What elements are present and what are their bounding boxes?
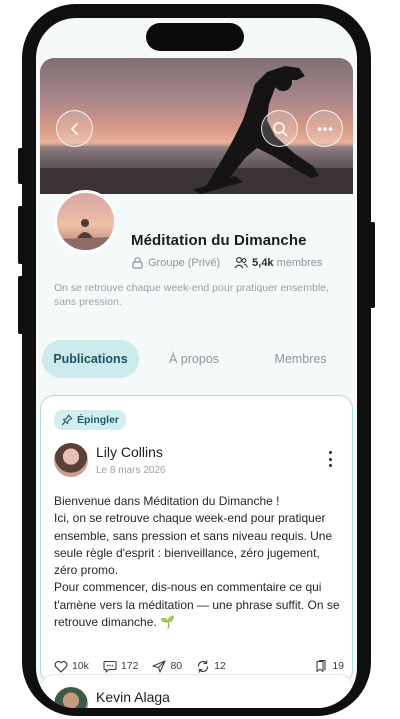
group-avatar — [54, 190, 117, 253]
members-count: 5,4k — [252, 256, 274, 269]
tab-members[interactable]: Membres — [249, 340, 352, 378]
heart-icon — [54, 660, 68, 673]
repost-icon — [198, 659, 209, 673]
author-avatar[interactable] — [54, 443, 88, 477]
comment-count: 172 — [120, 660, 139, 672]
group-tabs: Publications À propos Membres — [42, 340, 352, 378]
pinned-badge: Épingler — [54, 410, 127, 430]
search-button[interactable] — [261, 110, 298, 147]
author-avatar[interactable] — [54, 687, 88, 708]
repost-button[interactable]: 12 — [196, 659, 226, 673]
post-date: Le 8 mars 2026 — [96, 465, 166, 476]
like-count: 10k — [72, 660, 89, 672]
meditation-figure-image — [57, 219, 114, 250]
save-button[interactable]: 19 — [314, 659, 344, 673]
author-name[interactable]: Lily Collins — [96, 444, 163, 460]
post-body: Bienvenue dans Méditation du Dimanche ! … — [54, 494, 340, 630]
comment-button[interactable]: 172 — [103, 660, 139, 673]
dynamic-island — [146, 23, 244, 51]
send-icon — [152, 659, 167, 673]
app-screen: Méditation du Dimanche Groupe (Privé) 5,… — [36, 18, 357, 708]
users-icon — [234, 256, 248, 269]
post-card[interactable]: Kevin Alaga — [40, 674, 353, 708]
bookmark-icon — [316, 659, 326, 672]
back-button[interactable] — [56, 110, 93, 147]
post-actions: 10k 172 80 12 19 — [54, 658, 344, 674]
group-title: Méditation du Dimanche — [131, 232, 307, 249]
more-horizontal-icon — [317, 126, 332, 131]
save-count: 19 — [332, 660, 344, 672]
tab-about[interactable]: À propos — [139, 340, 249, 378]
tab-publications[interactable]: Publications — [42, 340, 139, 378]
lock-icon — [131, 256, 144, 269]
author-name[interactable]: Kevin Alaga — [96, 689, 170, 705]
group-meta: Groupe (Privé) 5,4k membres — [131, 256, 322, 269]
comment-icon — [103, 660, 117, 673]
more-options-button[interactable] — [306, 110, 343, 147]
phone-power-button — [369, 222, 375, 308]
repost-count: 12 — [214, 660, 226, 672]
like-button[interactable]: 10k — [54, 660, 89, 673]
phone-volume-down-button — [18, 276, 24, 334]
share-button[interactable]: 80 — [152, 659, 183, 673]
pinned-label: Épingler — [77, 414, 120, 426]
members-label: membres — [276, 256, 323, 269]
post-menu-button[interactable] — [325, 451, 335, 467]
share-count: 80 — [170, 660, 183, 672]
phone-side-button — [18, 148, 24, 184]
search-icon — [272, 121, 287, 136]
chevron-left-icon — [70, 122, 78, 135]
group-cover-image — [40, 58, 353, 194]
phone-volume-up-button — [18, 206, 24, 264]
pin-icon — [61, 414, 73, 426]
pinned-post-card[interactable]: Épingler Lily Collins Le 8 mars 2026 Bie… — [40, 395, 353, 684]
group-privacy: Groupe (Privé) — [148, 256, 221, 269]
